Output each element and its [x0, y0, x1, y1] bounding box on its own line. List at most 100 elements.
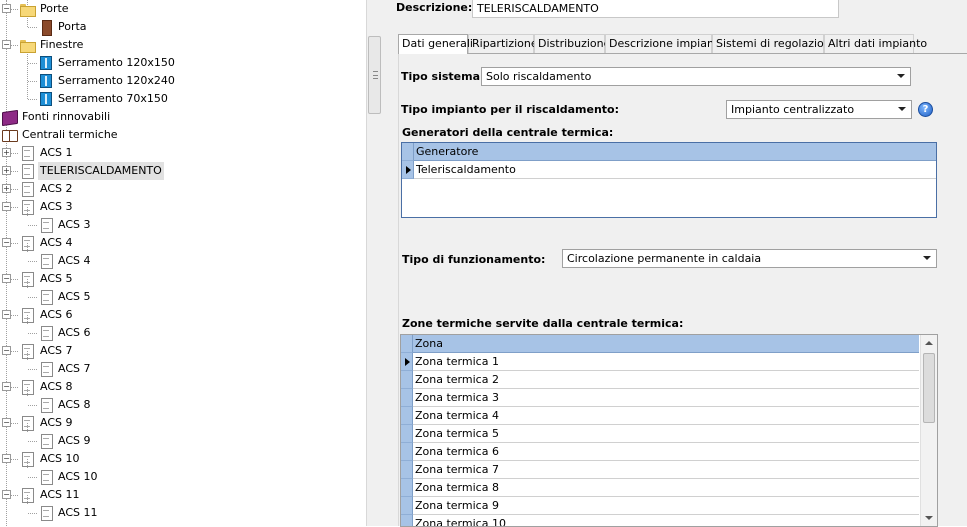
panel-splitter[interactable]: [366, 0, 381, 526]
tipo-sistema-value: Solo riscaldamento: [486, 70, 592, 83]
generatori-label: Generatori della centrale termica:: [402, 126, 614, 139]
grid-header: Zona: [401, 335, 919, 353]
tab-ripartizione[interactable]: Ripartizione: [468, 34, 538, 53]
grid-header: Generatore: [402, 143, 936, 161]
chevron-down-icon: [898, 107, 906, 111]
project-tree[interactable]: − Porte Porta − Finestre Serramento 120x…: [0, 0, 366, 526]
table-cell[interactable]: Zona termica 9: [414, 497, 499, 514]
tree-item-label: ACS 1: [40, 146, 73, 159]
tree-item-label: TELERISCALDAMENTO: [38, 162, 164, 180]
descrizione-label: Descrizione:: [396, 1, 473, 14]
tipo-funzionamento-select[interactable]: Circolazione permanente in caldaia: [562, 249, 937, 268]
tab-dati-generali[interactable]: Dati generali: [398, 34, 473, 54]
row-header: [401, 497, 413, 515]
tree-item-label: ACS 7: [58, 362, 91, 375]
tipo-impianto-value: Impianto centralizzato: [731, 103, 855, 116]
document-icon: [38, 433, 54, 449]
expand-icon[interactable]: +: [2, 148, 11, 157]
tree-item-label: ACS 5: [58, 290, 91, 303]
scroll-up-icon[interactable]: [925, 341, 933, 345]
collapse-icon[interactable]: −: [2, 238, 11, 247]
row-header: [401, 443, 413, 461]
tree-item-label: ACS 11: [58, 506, 98, 519]
document-icon: [38, 325, 54, 341]
tipo-sistema-select[interactable]: Solo riscaldamento: [481, 67, 911, 86]
table-row[interactable]: Zona termica 4: [401, 407, 919, 425]
tab-page-dati-generali: Tipo sistema: Solo riscaldamento Tipo im…: [398, 53, 967, 527]
table-row[interactable]: Zona termica 3: [401, 389, 919, 407]
table-row[interactable]: Zona termica 5: [401, 425, 919, 443]
window-icon: [38, 55, 54, 71]
collapse-icon[interactable]: −: [2, 418, 11, 427]
row-header: [402, 161, 414, 179]
table-cell[interactable]: Zona termica 7: [414, 461, 499, 478]
collapse-icon[interactable]: −: [2, 490, 11, 499]
table-row[interactable]: Zona termica 8: [401, 479, 919, 497]
table-cell[interactable]: Zona termica 3: [414, 389, 499, 406]
tree-item-label: ACS 11: [40, 488, 80, 501]
collapse-icon[interactable]: −: [2, 40, 11, 49]
current-row-icon: [405, 358, 410, 366]
tipo-impianto-select[interactable]: Impianto centralizzato: [726, 100, 912, 119]
column-header-generatore[interactable]: Generatore: [415, 143, 478, 160]
tab-descrizione-impianto[interactable]: Descrizione impianto: [605, 34, 725, 53]
tree-item-label: Porta: [58, 20, 87, 33]
table-row[interactable]: Zona termica 6: [401, 443, 919, 461]
table-row[interactable]: Zona termica 1: [401, 353, 919, 371]
table-cell[interactable]: Zona termica 6: [414, 443, 499, 460]
row-header: [401, 425, 413, 443]
collapse-icon[interactable]: −: [2, 202, 11, 211]
table-cell[interactable]: Zona termica 4: [414, 407, 499, 424]
zone-grid-scrollbar[interactable]: [920, 335, 937, 526]
book-icon: [1, 109, 17, 125]
table-row[interactable]: Zona termica 9: [401, 497, 919, 515]
splitter-handle[interactable]: [368, 36, 381, 114]
table-cell[interactable]: Zona termica 8: [414, 479, 499, 496]
tree-item-label: ACS 10: [40, 452, 80, 465]
folder-icon: [19, 1, 36, 17]
collapse-icon[interactable]: −: [2, 274, 11, 283]
table-row[interactable]: Teleriscaldamento: [402, 161, 936, 179]
collapse-icon[interactable]: −: [2, 382, 11, 391]
table-row[interactable]: Zona termica 10: [401, 515, 919, 526]
window-icon: [38, 91, 54, 107]
scroll-down-icon[interactable]: [925, 516, 933, 520]
descrizione-input[interactable]: TELERISCALDAMENTO: [472, 0, 839, 18]
folder-icon: [19, 37, 36, 53]
generatori-grid[interactable]: Generatore Teleriscaldamento: [401, 142, 937, 218]
table-row[interactable]: Zona termica 7: [401, 461, 919, 479]
row-header: [401, 515, 413, 526]
tree-item-label: Finestre: [40, 38, 84, 51]
column-header-zona[interactable]: Zona: [414, 335, 443, 352]
table-cell[interactable]: Zona termica 10: [414, 515, 506, 526]
tab-distribuzione[interactable]: Distribuzione: [534, 34, 610, 53]
tab-altri-dati-impianto[interactable]: Altri dati impianto: [824, 34, 927, 53]
collapse-icon[interactable]: −: [2, 4, 11, 13]
tree-item-label: ACS 6: [40, 308, 73, 321]
table-cell[interactable]: Zona termica 2: [414, 371, 499, 388]
document-icon: [38, 217, 54, 233]
document-icon: [38, 289, 54, 305]
collapse-icon[interactable]: −: [2, 346, 11, 355]
scrollbar-thumb[interactable]: [923, 353, 935, 423]
door-icon: [38, 19, 54, 36]
expand-icon[interactable]: +: [2, 166, 11, 175]
table-cell[interactable]: Teleriscaldamento: [415, 161, 516, 178]
document-icon: [38, 469, 54, 485]
tab-sistemi-di-regolazione[interactable]: Sistemi di regolazione: [712, 34, 838, 53]
expand-icon[interactable]: +: [2, 184, 11, 193]
tree-item-label: Serramento 120x240: [58, 74, 175, 87]
document-icon: [38, 505, 54, 521]
collapse-icon[interactable]: −: [2, 454, 11, 463]
table-cell[interactable]: Zona termica 1: [414, 353, 499, 370]
tree-item-label: Centrali termiche: [22, 128, 118, 141]
table-row[interactable]: Zona termica 2: [401, 371, 919, 389]
tree-item-label: Serramento 70x150: [58, 92, 168, 105]
grip-icon: [373, 71, 378, 79]
collapse-icon[interactable]: −: [2, 310, 11, 319]
help-icon[interactable]: ?: [918, 102, 933, 117]
zone-termiche-grid[interactable]: Zona Zona termica 1 Zona termica 2 Zona …: [400, 334, 938, 527]
table-cell[interactable]: Zona termica 5: [414, 425, 499, 442]
tree-item-label: ACS 7: [40, 344, 73, 357]
tree-item-label: ACS 10: [58, 470, 98, 483]
